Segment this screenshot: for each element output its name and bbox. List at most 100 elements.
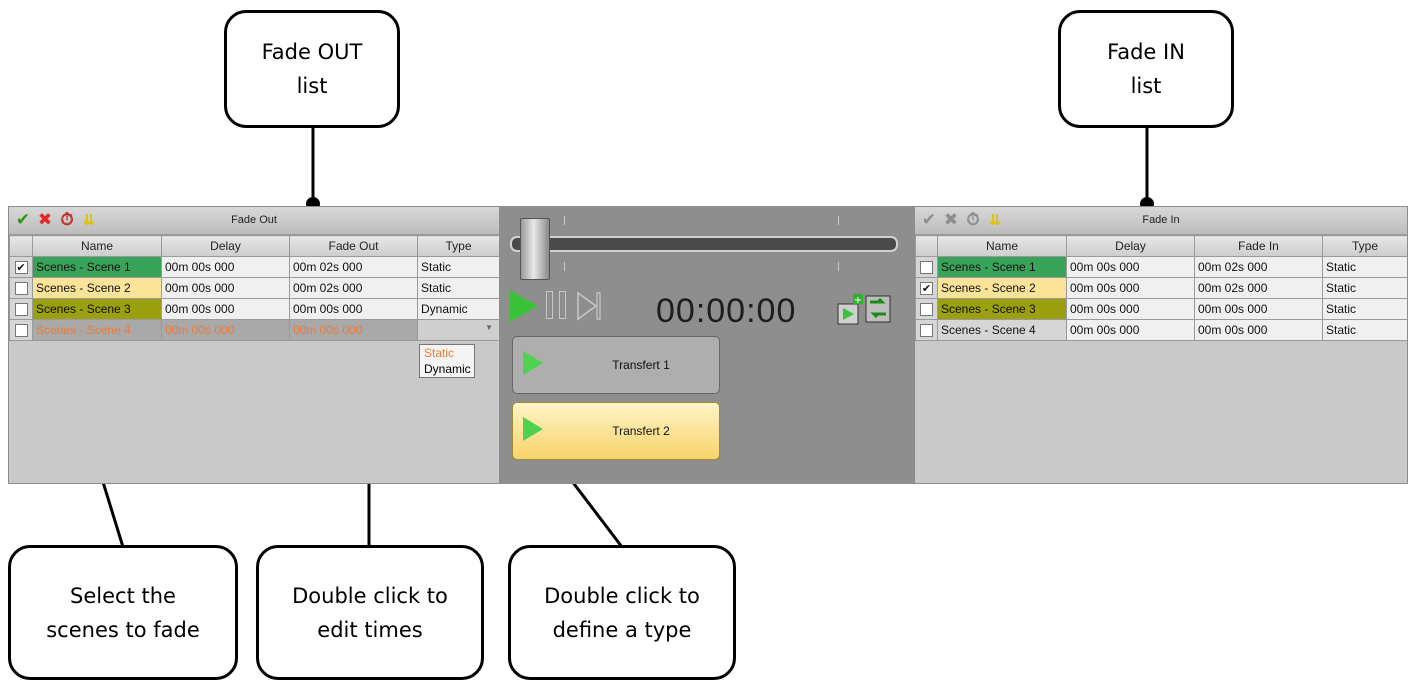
table-row[interactable]: Scenes - Scene 2 00m 00s 000 00m 02s 000…	[9, 277, 499, 299]
table-row[interactable]: Scenes - Scene 3 00m 00s 000 00m 00s 000…	[9, 298, 499, 320]
arrows-down-icon[interactable]: ⇊	[80, 210, 98, 230]
next-icon[interactable]	[576, 291, 602, 321]
type-cell[interactable]: Static	[417, 256, 499, 278]
column-header-delay[interactable]: Delay	[1066, 235, 1195, 257]
row-checkbox[interactable]: ✔	[920, 282, 933, 296]
callout-fade-in-list: Fade IN list	[1058, 10, 1234, 128]
delay-cell[interactable]: 00m 00s 000	[1066, 298, 1195, 320]
scene-name-cell[interactable]: Scenes - Scene 2	[32, 277, 162, 299]
callout-fade-in-text: Fade IN list	[1107, 40, 1185, 98]
callout-define-type: Double click to define a type	[508, 545, 736, 680]
type-cell[interactable]: Static	[1322, 298, 1407, 320]
slider-tick	[838, 262, 839, 271]
column-header-name[interactable]: Name	[937, 235, 1067, 257]
application-window: Fade Out ✔ ✖ ⏱ ⇊ Name Delay Fade Out Typ…	[8, 206, 1408, 484]
callout-edit-times: Double click to edit times	[256, 545, 484, 680]
table-row[interactable]: Scenes - Scene 4 00m 00s 000 00m 00s 000…	[915, 319, 1407, 341]
fade-in-panel: Fade In ✔ ✖ ⏱ ⇊ Name Delay Fade In Type …	[914, 206, 1408, 484]
fade-cell[interactable]: 00m 02s 000	[289, 256, 418, 278]
table-row[interactable]: Scenes - Scene 4 00m 00s 000 00m 00s 000	[9, 319, 499, 341]
check-icon[interactable]: ✔	[920, 210, 938, 230]
delay-cell[interactable]: 00m 00s 000	[161, 256, 290, 278]
transfer-label: Transfert 2	[612, 424, 670, 438]
column-header-select	[9, 235, 33, 257]
dropdown-option-static[interactable]: Static	[420, 345, 474, 361]
arrows-down-icon[interactable]: ⇊	[986, 210, 1004, 230]
slider-tick	[564, 216, 565, 225]
delay-cell[interactable]: 00m 00s 000	[1066, 319, 1195, 341]
time-display: 00:00:00	[656, 292, 797, 330]
delay-cell[interactable]: 00m 00s 000	[1066, 277, 1195, 299]
dropdown-option-dynamic[interactable]: Dynamic	[420, 361, 474, 377]
column-header-fade-out[interactable]: Fade Out	[289, 235, 418, 257]
fade-cell[interactable]: 00m 02s 000	[289, 277, 418, 299]
scene-name-cell[interactable]: Scenes - Scene 1	[32, 256, 162, 278]
pause-icon[interactable]	[546, 291, 568, 321]
callout-fade-out-list: Fade OUT list	[224, 10, 400, 128]
fade-cell[interactable]: 00m 00s 000	[289, 319, 418, 341]
type-cell[interactable]: Static	[1322, 256, 1407, 278]
check-icon[interactable]: ✔	[14, 210, 32, 230]
transfer-button-1[interactable]: Transfert 1	[512, 336, 720, 394]
table-row[interactable]: ✔ Scenes - Scene 2 00m 00s 000 00m 02s 0…	[915, 277, 1407, 299]
callout-fade-out-text: Fade OUT list	[261, 40, 363, 98]
type-cell[interactable]: Static	[1322, 277, 1407, 299]
delay-cell[interactable]: 00m 00s 000	[161, 319, 290, 341]
delay-cell[interactable]: 00m 00s 000	[1066, 256, 1195, 278]
fade-out-toolbar: Fade Out ✔ ✖ ⏱ ⇊	[9, 207, 499, 235]
column-header-select	[915, 235, 938, 257]
table-row[interactable]: ✔ Scenes - Scene 1 00m 00s 000 00m 02s 0…	[9, 256, 499, 278]
column-header-fade-in[interactable]: Fade In	[1194, 235, 1323, 257]
row-checkbox[interactable]: ✔	[14, 261, 28, 275]
delay-cell[interactable]: 00m 00s 000	[161, 277, 290, 299]
row-checkbox[interactable]	[920, 303, 933, 317]
play-icon[interactable]	[510, 290, 538, 322]
callout-select-scenes: Select the scenes to fade	[8, 545, 238, 680]
column-header-name[interactable]: Name	[32, 235, 162, 257]
column-header-type[interactable]: Type	[1322, 235, 1407, 257]
row-checkbox[interactable]	[14, 303, 28, 317]
transfer-button-2[interactable]: Transfert 2	[512, 402, 720, 460]
type-cell[interactable]: Static	[417, 277, 499, 299]
add-transfer-icon[interactable]: +	[836, 292, 894, 326]
type-cell[interactable]: Dynamic	[417, 298, 499, 320]
fade-cell[interactable]: 00m 00s 000	[1194, 319, 1323, 341]
play-icon	[523, 417, 543, 441]
fade-in-toolbar: Fade In ✔ ✖ ⏱ ⇊	[915, 207, 1407, 235]
type-dropdown[interactable]: Static Dynamic	[419, 344, 475, 378]
slider-tick	[838, 216, 839, 225]
delay-cell[interactable]: 00m 00s 000	[161, 298, 290, 320]
type-combobox[interactable]	[418, 321, 499, 339]
transfer-label: Transfert 1	[612, 358, 670, 372]
fade-out-table: Name Delay Fade Out Type ✔ Scenes - Scen…	[9, 235, 499, 341]
column-header-delay[interactable]: Delay	[161, 235, 290, 257]
callout-edit-text: Double click to edit times	[292, 583, 448, 642]
scene-name-cell[interactable]: Scenes - Scene 4	[32, 319, 162, 341]
crossfade-slider-track[interactable]	[510, 236, 898, 252]
row-checkbox[interactable]	[920, 324, 933, 338]
scene-name-cell[interactable]: Scenes - Scene 2	[937, 277, 1067, 299]
delete-icon[interactable]: ✖	[36, 210, 54, 230]
crossfade-slider-handle[interactable]	[520, 218, 550, 280]
callout-select-text: Select the scenes to fade	[46, 583, 200, 642]
column-header-type[interactable]: Type	[417, 235, 499, 257]
table-row[interactable]: Scenes - Scene 3 00m 00s 000 00m 00s 000…	[915, 298, 1407, 320]
fade-cell[interactable]: 00m 02s 000	[1194, 277, 1323, 299]
svg-text:+: +	[854, 295, 862, 306]
scene-name-cell[interactable]: Scenes - Scene 3	[937, 298, 1067, 320]
scene-name-cell[interactable]: Scenes - Scene 4	[937, 319, 1067, 341]
timer-icon[interactable]: ⏱	[58, 210, 76, 230]
type-cell[interactable]: Static	[1322, 319, 1407, 341]
scene-name-cell[interactable]: Scenes - Scene 3	[32, 298, 162, 320]
row-checkbox[interactable]	[14, 324, 28, 338]
table-row[interactable]: Scenes - Scene 1 00m 00s 000 00m 02s 000…	[915, 256, 1407, 278]
scene-name-cell[interactable]: Scenes - Scene 1	[937, 256, 1067, 278]
player-panel: 00:00:00 + Transfert 1 Transfert 2	[500, 206, 914, 484]
timer-icon[interactable]: ⏱	[964, 210, 982, 230]
delete-icon[interactable]: ✖	[942, 210, 960, 230]
fade-cell[interactable]: 00m 00s 000	[1194, 298, 1323, 320]
row-checkbox[interactable]	[14, 282, 28, 296]
fade-cell[interactable]: 00m 02s 000	[1194, 256, 1323, 278]
fade-cell[interactable]: 00m 00s 000	[289, 298, 418, 320]
row-checkbox[interactable]	[920, 261, 933, 275]
